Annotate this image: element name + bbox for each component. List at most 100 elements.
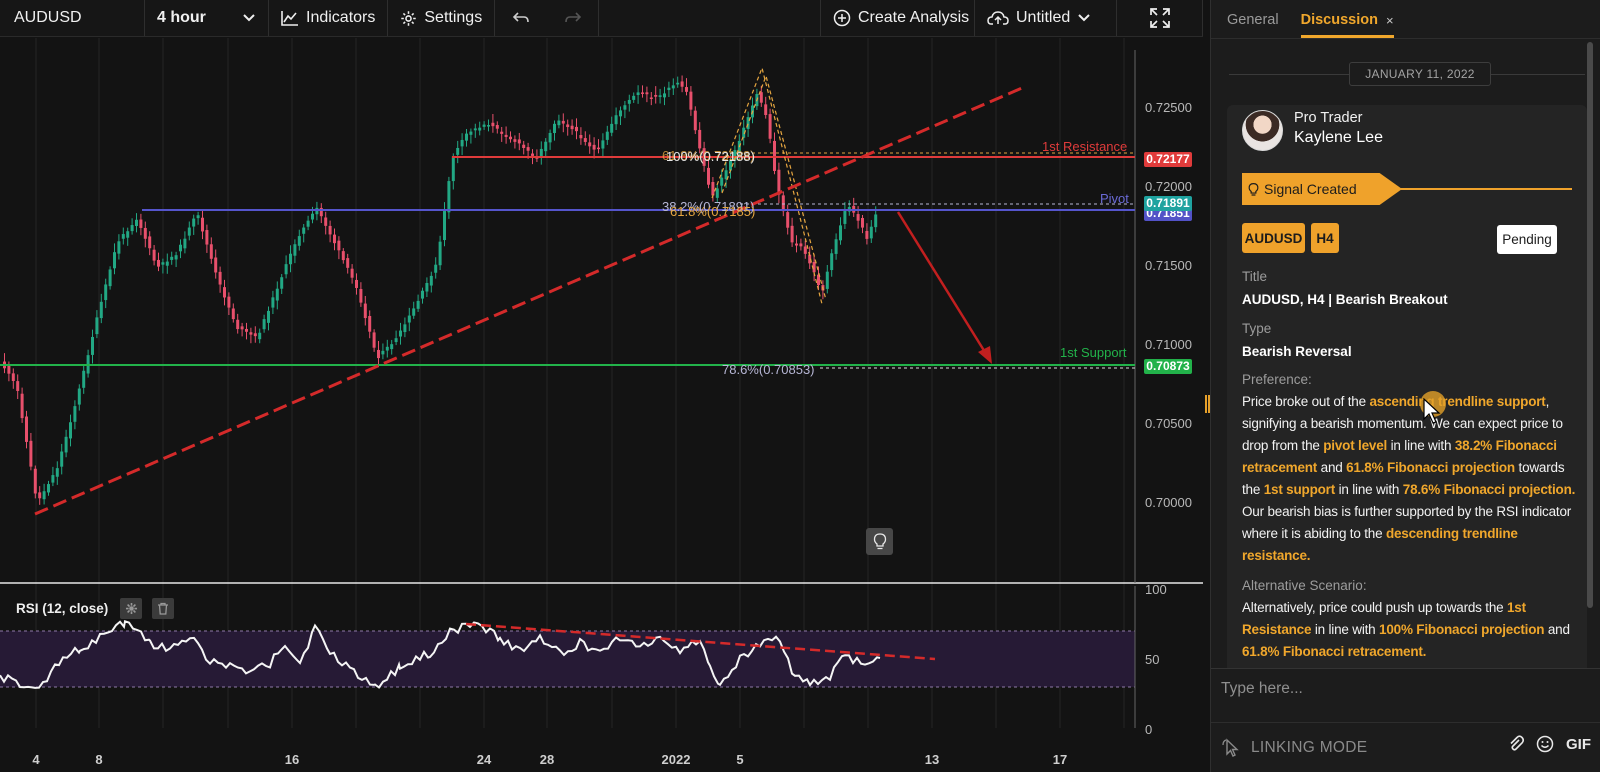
projection-arrow-line bbox=[896, 211, 990, 358]
candle-body bbox=[381, 350, 385, 355]
rsi-axis-label: 100 bbox=[1145, 582, 1167, 597]
candle-body bbox=[333, 234, 336, 244]
candle-body bbox=[104, 284, 108, 301]
candle-body bbox=[803, 246, 807, 254]
rsi-delete-button[interactable] bbox=[152, 598, 174, 619]
rsi-settings-button[interactable] bbox=[120, 598, 142, 619]
redo-icon bbox=[564, 12, 581, 23]
price-label: 0.72000 bbox=[1145, 179, 1192, 194]
candle-body bbox=[649, 97, 653, 99]
emoji-icon[interactable] bbox=[1536, 735, 1554, 753]
candle-body bbox=[865, 230, 869, 239]
candle-body bbox=[302, 227, 306, 234]
fullscreen-button[interactable] bbox=[1117, 0, 1203, 36]
candle-body bbox=[258, 332, 262, 340]
candle-body bbox=[570, 125, 574, 130]
symbol-chip[interactable]: AUDUSD bbox=[1242, 223, 1305, 253]
projection-arrowhead bbox=[978, 346, 992, 364]
text-run: in line with bbox=[1311, 622, 1380, 637]
gear-icon bbox=[401, 10, 417, 26]
candle-body bbox=[403, 324, 407, 333]
author-name[interactable]: Kaylene Lee bbox=[1294, 129, 1383, 147]
tab-general[interactable]: General bbox=[1227, 12, 1279, 38]
interval-label: 4 hour bbox=[157, 9, 206, 26]
undo-button[interactable] bbox=[495, 0, 547, 36]
title-field-value: AUDUSD, H4 | Bearish Breakout bbox=[1242, 292, 1448, 307]
candle-body bbox=[685, 87, 688, 92]
price-chart[interactable] bbox=[0, 38, 1203, 772]
candle-body bbox=[240, 326, 244, 330]
message-composer bbox=[1211, 668, 1600, 710]
gif-button[interactable]: GIF bbox=[1566, 736, 1591, 753]
settings-button[interactable]: Settings bbox=[388, 0, 496, 36]
candle-body bbox=[117, 241, 121, 254]
chevron-down-icon bbox=[1078, 14, 1090, 22]
candle-body bbox=[566, 124, 570, 128]
candle-body bbox=[429, 275, 433, 286]
message-input[interactable] bbox=[1221, 675, 1581, 703]
candle-body bbox=[478, 127, 482, 131]
timeframe-chip[interactable]: H4 bbox=[1311, 223, 1339, 253]
candle-body bbox=[262, 319, 266, 330]
candle-body bbox=[16, 381, 20, 391]
resistance-label: 1st Resistance bbox=[1042, 139, 1128, 154]
candle-body bbox=[830, 253, 834, 271]
candle-body bbox=[33, 468, 37, 494]
alternative-text: Alternatively, price could push up towar… bbox=[1242, 597, 1577, 663]
status-badge: Pending bbox=[1497, 225, 1557, 254]
candle-body bbox=[306, 220, 310, 227]
create-analysis-button[interactable]: Create Analysis bbox=[821, 0, 975, 36]
candle-body bbox=[126, 231, 130, 238]
tab-discussion[interactable]: Discussion × bbox=[1300, 12, 1394, 38]
candle-body bbox=[60, 451, 64, 467]
layout-title-label: Untitled bbox=[1016, 9, 1071, 26]
close-icon[interactable]: × bbox=[1386, 13, 1394, 28]
chart-area[interactable]: 0.72500 0.72000 0.71500 0.71000 0.70500 … bbox=[0, 38, 1203, 772]
candle-body bbox=[231, 308, 235, 320]
date-label: 13 bbox=[924, 752, 940, 767]
rsi-axis-label: 0 bbox=[1145, 722, 1153, 737]
candle-body bbox=[553, 123, 556, 134]
candle-body bbox=[874, 214, 878, 228]
symbol-selector[interactable]: AUDUSD bbox=[0, 0, 145, 36]
candle-body bbox=[412, 308, 416, 316]
lightbulb-icon bbox=[1248, 182, 1259, 196]
idea-button[interactable] bbox=[866, 528, 893, 555]
candle-body bbox=[271, 297, 275, 308]
preference-text: Price broke out of the ascending trendli… bbox=[1242, 391, 1577, 567]
candle-body bbox=[227, 296, 231, 308]
candle-body bbox=[583, 138, 587, 142]
candle-body bbox=[372, 332, 376, 348]
candle-body bbox=[579, 135, 583, 139]
paperclip-icon[interactable] bbox=[1508, 735, 1524, 753]
layout-title-selector[interactable]: Untitled bbox=[975, 0, 1117, 36]
panel-scrollbar[interactable] bbox=[1587, 42, 1593, 608]
pivot-label: Pivot bbox=[1100, 191, 1129, 206]
candle-body bbox=[614, 115, 618, 125]
candle-body bbox=[368, 315, 372, 332]
candle-body bbox=[698, 129, 702, 149]
candle-body bbox=[157, 259, 160, 267]
candle-body bbox=[236, 319, 240, 330]
highlight-run: 61.8% Fibonacci retracement. bbox=[1242, 644, 1427, 659]
candle-body bbox=[341, 251, 345, 261]
candle-body bbox=[605, 131, 609, 140]
interval-selector[interactable]: 4 hour bbox=[145, 0, 269, 36]
redo-button[interactable] bbox=[547, 0, 600, 36]
candle-body bbox=[223, 287, 226, 298]
candle-body bbox=[148, 236, 152, 249]
text-run: and bbox=[1317, 460, 1347, 475]
candle-body bbox=[632, 95, 636, 100]
indicators-button[interactable]: Indicators bbox=[269, 0, 389, 36]
candle-body bbox=[548, 132, 552, 143]
candle-body bbox=[161, 262, 165, 265]
symbol-label: AUDUSD bbox=[14, 9, 82, 26]
candle-body bbox=[267, 310, 270, 323]
candle-body bbox=[623, 105, 627, 110]
linking-mode-toggle[interactable]: LINKING MODE bbox=[1221, 737, 1367, 759]
highlight-run: ascending trendline support bbox=[1369, 394, 1546, 409]
avatar[interactable] bbox=[1242, 110, 1283, 151]
candle-body bbox=[174, 255, 178, 260]
candle-body bbox=[539, 148, 543, 157]
type-field-label: Type bbox=[1242, 321, 1272, 336]
